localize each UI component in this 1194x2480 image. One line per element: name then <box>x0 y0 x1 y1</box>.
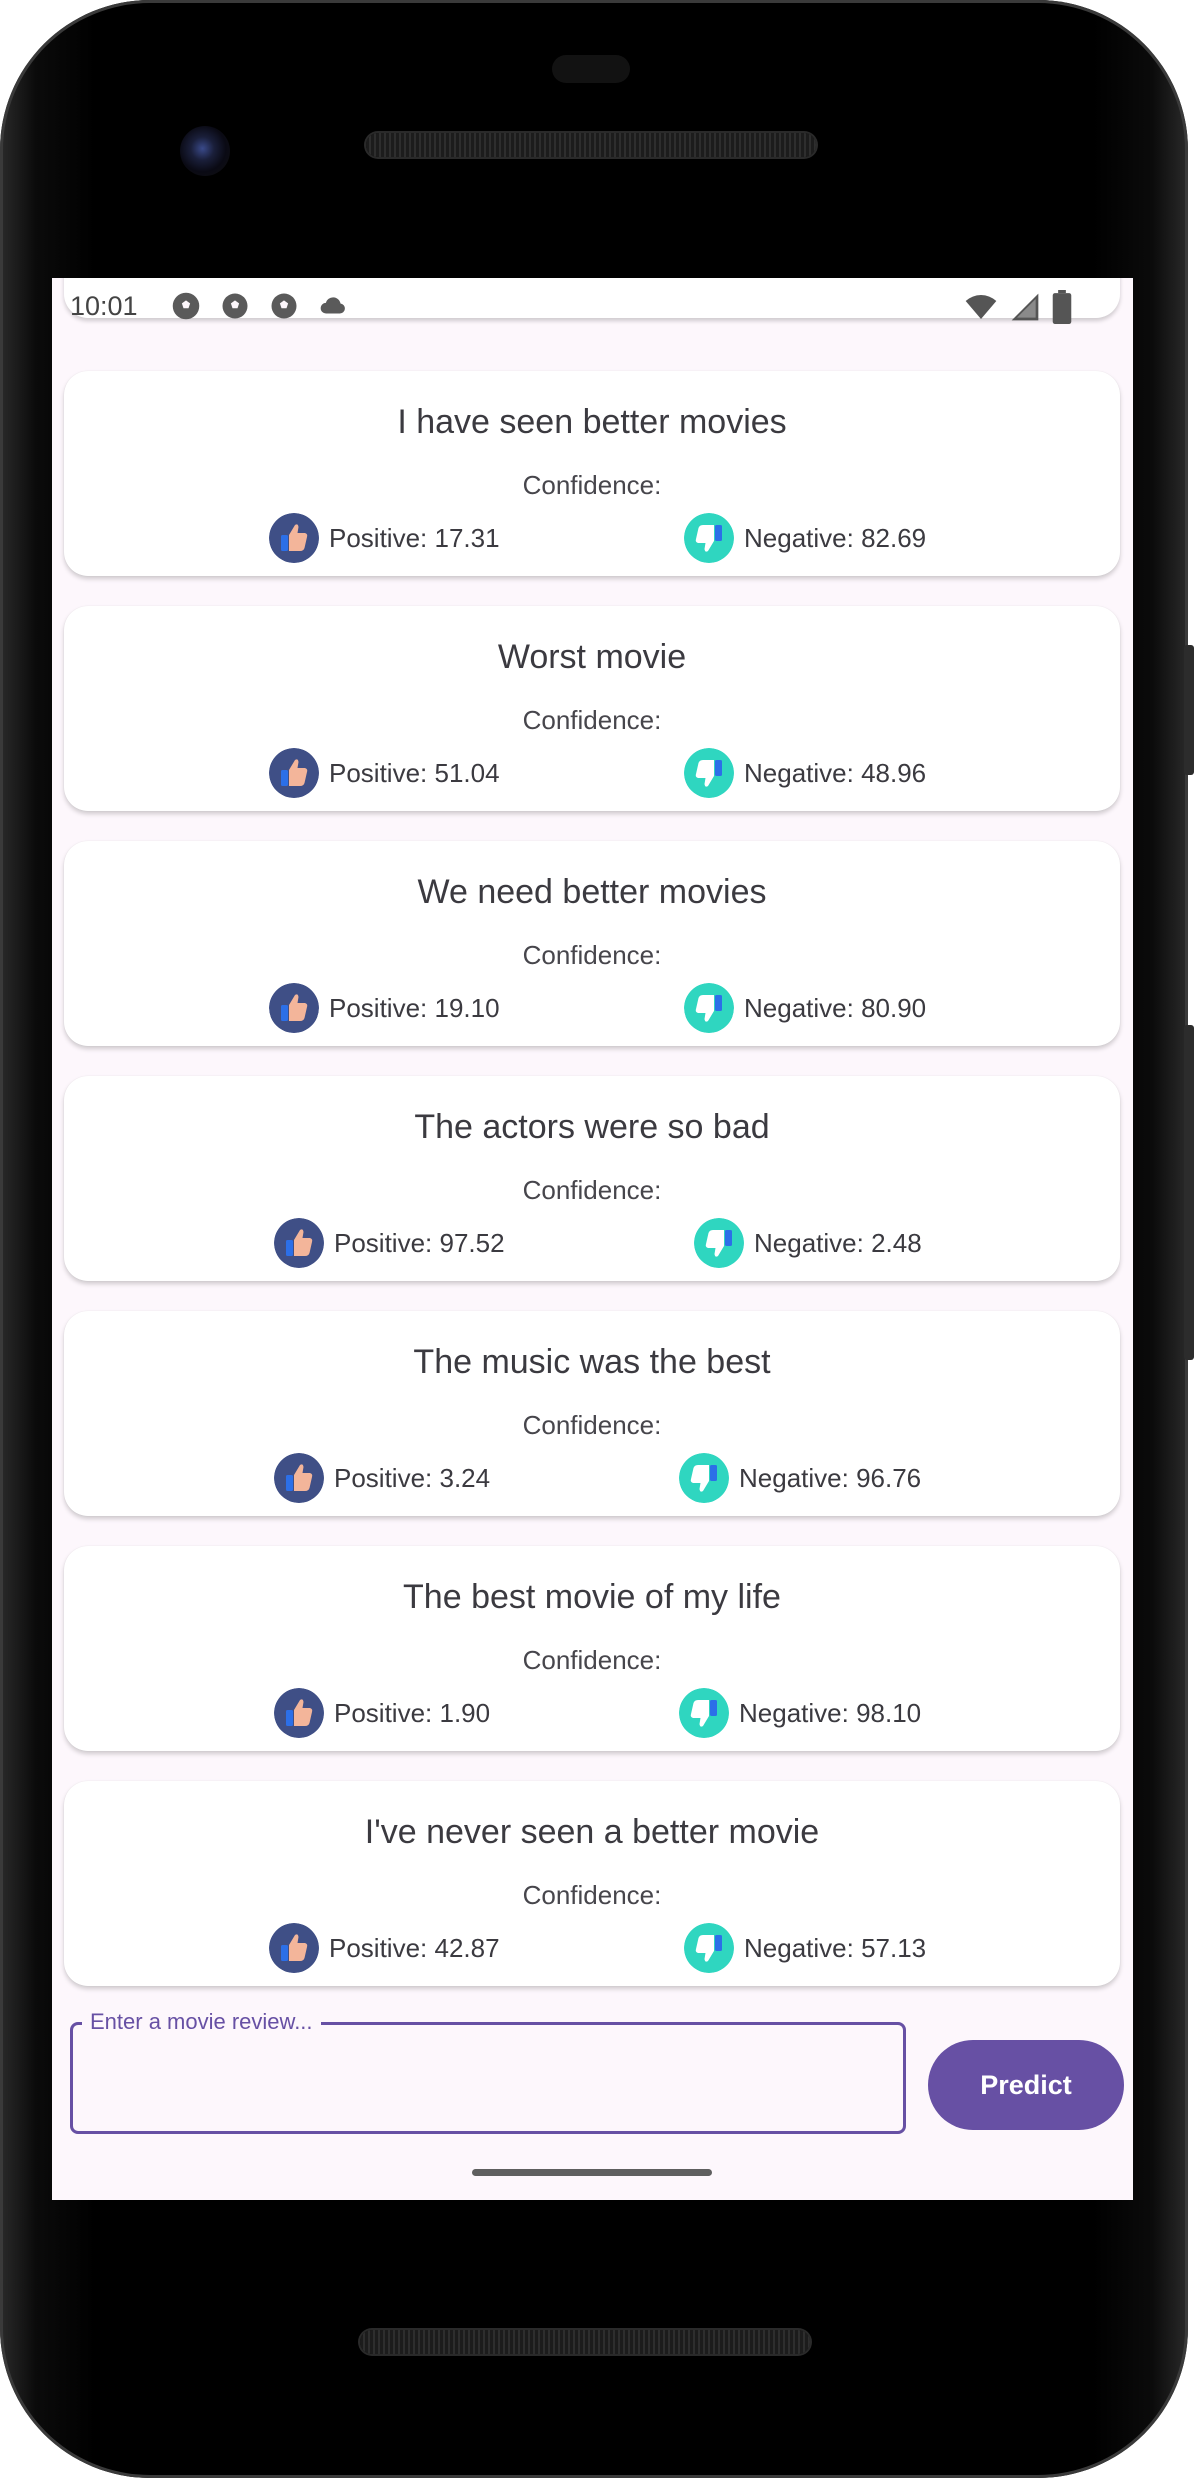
confidence-label: Confidence: <box>522 705 662 735</box>
negative-value: Negative: 80.90 <box>744 992 927 1023</box>
soccer-ball-icon <box>172 292 199 320</box>
positive-score: Positive: 42.87 <box>269 1923 500 1973</box>
negative-value: Negative: 48.96 <box>744 757 927 788</box>
thumbs-down-icon <box>694 1218 744 1268</box>
review-card: The actors were so bad Confidence: Posit… <box>64 1076 1120 1281</box>
movie-review-input[interactable] <box>70 2022 906 2134</box>
positive-score: Positive: 1.90 <box>274 1688 490 1738</box>
negative-score: Negative: 2.48 <box>694 1218 922 1268</box>
review-card: Worst movie Confidence: Positive: 51.04 <box>64 606 1120 811</box>
power-button <box>1184 645 1194 775</box>
negative-score: Negative: 98.10 <box>679 1688 921 1738</box>
positive-score: Positive: 51.04 <box>269 748 500 798</box>
battery-icon <box>1052 290 1072 324</box>
cell-signal-icon <box>1011 293 1039 321</box>
status-right-icons <box>963 290 1073 324</box>
negative-value: Negative: 96.76 <box>739 1462 922 1493</box>
proximity-sensor <box>552 55 630 83</box>
status-bar: 10:01 <box>52 278 1133 334</box>
positive-score: Positive: 17.31 <box>269 513 500 563</box>
thumbs-up-icon <box>269 983 319 1033</box>
review-card: The music was the best Confidence: Posit… <box>64 1311 1120 1516</box>
negative-value: Negative: 2.48 <box>754 1227 922 1258</box>
positive-value: Positive: 3.24 <box>334 1462 491 1493</box>
negative-score: Negative: 80.90 <box>684 983 926 1033</box>
review-text: I've never seen a better movie <box>364 1813 820 1851</box>
thumbs-up-icon <box>274 1688 324 1738</box>
positive-value: Positive: 17.31 <box>329 522 500 553</box>
negative-score: Negative: 57.13 <box>684 1923 926 1973</box>
negative-score: Negative: 48.96 <box>684 748 926 798</box>
confidence-label: Confidence: <box>522 1645 662 1675</box>
positive-value: Positive: 19.10 <box>329 992 500 1023</box>
thumbs-down-icon <box>684 983 734 1033</box>
soccer-ball-icon <box>222 293 248 319</box>
thumbs-up-icon <box>274 1218 324 1268</box>
thumbs-down-icon <box>684 1923 734 1973</box>
negative-score: Negative: 82.69 <box>684 513 926 563</box>
review-text: Worst movie <box>497 638 687 676</box>
review-text: The music was the best <box>413 1343 771 1381</box>
positive-score: Positive: 3.24 <box>274 1453 490 1503</box>
thumbs-down-icon <box>679 1688 729 1738</box>
status-time: 10:01 <box>70 290 138 321</box>
review-text: The actors were so bad <box>414 1108 770 1146</box>
device-page: 10:01 I have seen better movies Confiden… <box>0 0 1194 2480</box>
gesture-nav-handle[interactable] <box>472 2169 712 2176</box>
review-card: We need better movies Confidence: Positi… <box>64 841 1120 1046</box>
app-screen: 10:01 I have seen better movies Confiden… <box>52 278 1133 2200</box>
thumbs-down-icon <box>684 513 734 563</box>
confidence-label: Confidence: <box>522 1410 662 1440</box>
predict-button[interactable]: Predict <box>928 2040 1124 2130</box>
thumbs-up-icon <box>274 1453 324 1503</box>
review-text: We need better movies <box>417 873 767 911</box>
confidence-label: Confidence: <box>522 470 662 500</box>
positive-score: Positive: 19.10 <box>269 983 500 1033</box>
movie-review-input-label: Enter a movie review... <box>82 2009 321 2035</box>
bottom-speaker-grille <box>360 2330 810 2354</box>
top-speaker-grille <box>366 133 816 157</box>
thumbs-up-icon <box>269 1923 319 1973</box>
negative-value: Negative: 57.13 <box>744 1932 927 1963</box>
volume-button <box>1184 1025 1194 1360</box>
review-text: I have seen better movies <box>397 403 787 441</box>
review-card: I've never seen a better movie Confidenc… <box>64 1781 1120 1986</box>
positive-value: Positive: 51.04 <box>329 757 500 788</box>
front-camera <box>180 126 230 176</box>
review-card: I have seen better movies Confidence: Po… <box>64 371 1120 576</box>
thumbs-up-icon <box>269 748 319 798</box>
negative-value: Negative: 98.10 <box>739 1697 922 1728</box>
negative-score: Negative: 96.76 <box>679 1453 921 1503</box>
thumbs-down-icon <box>684 748 734 798</box>
positive-value: Positive: 97.52 <box>334 1227 505 1258</box>
confidence-label: Confidence: <box>522 940 662 970</box>
positive-value: Positive: 1.90 <box>334 1697 491 1728</box>
negative-value: Negative: 82.69 <box>744 522 927 553</box>
thumbs-down-icon <box>679 1453 729 1503</box>
wifi-icon <box>965 295 997 319</box>
positive-value: Positive: 42.87 <box>329 1932 500 1963</box>
confidence-label: Confidence: <box>522 1175 662 1205</box>
review-card: The best movie of my life Confidence: Po… <box>64 1546 1120 1751</box>
confidence-label: Confidence: <box>522 1880 662 1910</box>
soccer-ball-icon <box>271 293 297 319</box>
cloud-icon <box>320 297 345 314</box>
positive-score: Positive: 97.52 <box>274 1218 505 1268</box>
thumbs-up-icon <box>269 513 319 563</box>
review-text: The best movie of my life <box>403 1578 781 1616</box>
